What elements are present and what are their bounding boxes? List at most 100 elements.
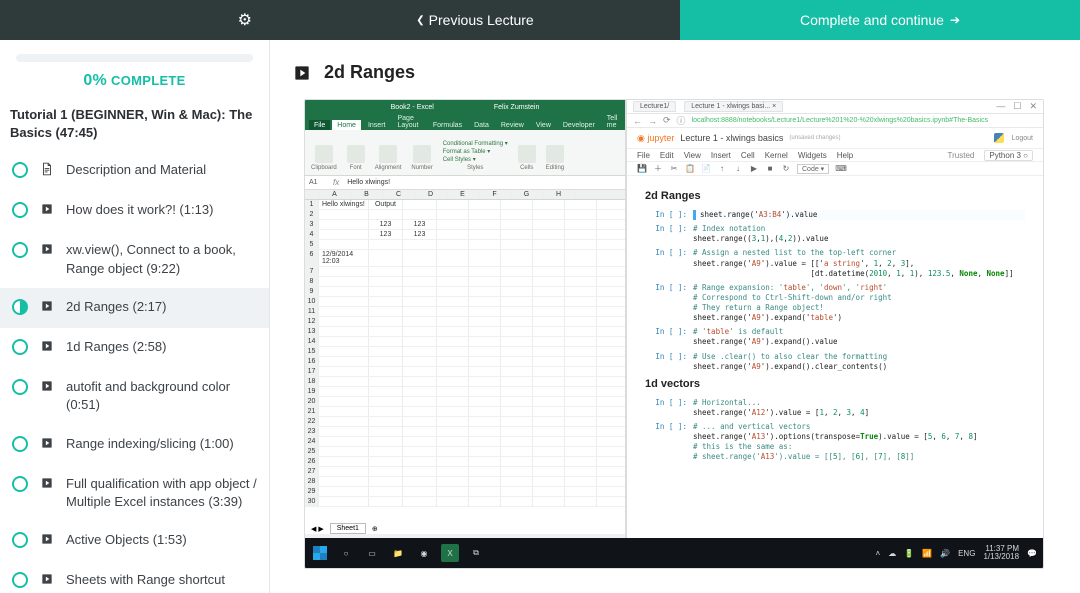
- excel-tab-review: Review: [496, 120, 529, 130]
- sidebar-item-label: 2d Ranges (2:17): [66, 298, 257, 316]
- progress-circle-icon: [12, 202, 28, 218]
- sidebar-item-label: Active Objects (1:53): [66, 531, 257, 549]
- excel-icon: X: [441, 544, 459, 562]
- progress-label: COMPLETE: [111, 73, 186, 88]
- video-screenshot[interactable]: Book2 - Excel Felix Zumstein FileHomeIns…: [304, 99, 1044, 569]
- sidebar-item-3[interactable]: 2d Ranges (2:17): [0, 288, 269, 328]
- excel-grid: ABCDEFGH 1Hello xlwings!Output2312312341…: [305, 190, 625, 507]
- cell-code: # 'table' is default sheet.range('A9').e…: [693, 327, 1025, 347]
- jupyter-menu-kernel: Kernel: [765, 151, 788, 160]
- taskview-icon: ▭: [363, 544, 381, 562]
- excel-titlebar: Book2 - Excel Felix Zumstein: [305, 100, 625, 114]
- sidebar-item-label: Range indexing/slicing (1:00): [66, 435, 257, 453]
- jupyter-menu-cell: Cell: [741, 151, 755, 160]
- fx-icon: fx: [333, 178, 339, 187]
- play-icon: [40, 476, 54, 495]
- cell-prompt: In [ ]:: [645, 248, 687, 278]
- logout-link: Logout: [1012, 135, 1033, 142]
- cell-code: # Range expansion: 'table', 'down', 'rig…: [693, 283, 1025, 324]
- cell-prompt: In [ ]:: [645, 327, 687, 347]
- notebook-title: Lecture 1 - xlwings basics: [680, 133, 783, 143]
- excel-tab-data: Data: [469, 120, 494, 130]
- autosave-status: (unsaved changes): [789, 135, 840, 141]
- excel-ribbon: Clipboard Font Alignment Number Conditio…: [305, 130, 625, 176]
- notebook-cell: In [ ]:# Assign a nested list to the top…: [645, 248, 1025, 278]
- sidebar-item-2[interactable]: xw.view(), Connect to a book, Range obje…: [0, 231, 269, 287]
- play-icon: [40, 339, 54, 358]
- cortana-icon: ○: [337, 544, 355, 562]
- course-title: Tutorial 1 (BEGINNER, Win & Mac): The Ba…: [0, 98, 269, 151]
- cell-code: # Index notation sheet.range((3,1),(4,2)…: [693, 224, 1025, 244]
- sidebar-item-8[interactable]: Active Objects (1:53): [0, 521, 269, 561]
- progress-circle-icon: [12, 379, 28, 395]
- progress-circle-icon: [12, 242, 28, 258]
- excel-title: Book2 - Excel: [391, 104, 434, 111]
- back-icon: ←: [633, 116, 642, 126]
- browser-address-bar: ← → ⟳ ⓘ localhost:8888/notebooks/Lecture…: [627, 114, 1043, 128]
- sidebar-item-7[interactable]: Full qualification with app object / Mul…: [0, 465, 269, 521]
- jtool-btn: ✂: [669, 164, 679, 173]
- sidebar-item-6[interactable]: Range indexing/slicing (1:00): [0, 425, 269, 465]
- sidebar-item-5[interactable]: autofit and background color (0:51): [0, 368, 269, 424]
- jtool-btn: ⌨: [835, 164, 845, 173]
- progress-circle-icon: [12, 299, 28, 315]
- progress-circle-icon: [12, 436, 28, 452]
- progress-bar: [16, 54, 253, 62]
- sidebar-item-9[interactable]: Sheets with Range shortcut (sheet[...]) …: [0, 561, 269, 593]
- trusted-label: Trusted: [948, 151, 975, 160]
- excel-sheet-tabs: ◀ ▶ Sheet1 ⊕: [311, 523, 378, 534]
- cell-code: # Horizontal... sheet.range('A12').value…: [693, 398, 1025, 418]
- explorer-icon: 📁: [389, 544, 407, 562]
- sidebar-item-label: Description and Material: [66, 161, 257, 179]
- kernel-indicator: Python 3 ○: [984, 150, 1033, 161]
- vscode-icon: ⧉: [467, 544, 485, 562]
- forward-icon: →: [648, 116, 657, 126]
- sidebar-item-1[interactable]: How does it work?! (1:13): [0, 191, 269, 231]
- sidebar-item-label: Full qualification with app object / Mul…: [66, 475, 257, 511]
- url-text: localhost:8888/notebooks/Lecture1/Lectur…: [692, 117, 989, 124]
- browser-window: Lecture1/ Lecture 1 - xlwings basi... × …: [625, 100, 1043, 540]
- info-icon: ⓘ: [677, 114, 686, 127]
- jupyter-logo: ◉ jupyter: [637, 133, 674, 144]
- window-min-icon: —: [996, 101, 1005, 112]
- progress-text: 0% COMPLETE: [16, 72, 253, 90]
- excel-tab-tell-me: Tell me: [602, 113, 625, 130]
- jtool-btn: 📄: [701, 164, 711, 173]
- tray-battery-icon: 🔋: [904, 549, 914, 558]
- cell-prompt: In [ ]:: [645, 352, 687, 372]
- excel-tab-page-layout: Page Layout: [392, 113, 425, 130]
- previous-lecture-label: Previous Lecture: [429, 12, 534, 28]
- play-icon: [40, 379, 54, 398]
- jupyter-header: ◉ jupyter Lecture 1 - xlwings basics (un…: [627, 128, 1043, 148]
- previous-lecture-button[interactable]: Previous Lecture: [270, 0, 680, 40]
- jupyter-menu-help: Help: [837, 151, 853, 160]
- progress-circle-icon: [12, 162, 28, 178]
- window-max-icon: ☐: [1013, 101, 1021, 112]
- start-icon: [311, 544, 329, 562]
- browser-tab-1: Lecture1/: [633, 101, 676, 112]
- tray-cloud-icon: ☁: [888, 549, 896, 558]
- cell-prompt: In [ ]:: [645, 283, 687, 324]
- play-icon: [40, 242, 54, 261]
- lecture-title: 2d Ranges: [324, 62, 415, 83]
- main-content: 2d Ranges Book2 - Excel Felix Zumstein F…: [270, 40, 1080, 593]
- excel-window: Book2 - Excel Felix Zumstein FileHomeIns…: [305, 100, 625, 540]
- browser-tabstrip: Lecture1/ Lecture 1 - xlwings basi... × …: [627, 100, 1043, 114]
- notebook-cell: In [ ]:# Horizontal... sheet.range('A12'…: [645, 398, 1025, 418]
- python-icon: [994, 133, 1004, 143]
- tray-up-icon: ˄: [876, 549, 881, 558]
- excel-user: Felix Zumstein: [494, 104, 540, 111]
- notebook-heading-2: 1d vectors: [645, 378, 1025, 390]
- sidebar: 0% COMPLETE Tutorial 1 (BEGINNER, Win & …: [0, 40, 270, 593]
- progress-section: 0% COMPLETE: [0, 40, 269, 98]
- gear-icon[interactable]: ⚙: [238, 10, 252, 30]
- excel-sheet-tab: Sheet1: [330, 523, 366, 534]
- jupyter-menu-insert: Insert: [711, 151, 731, 160]
- sidebar-item-4[interactable]: 1d Ranges (2:58): [0, 328, 269, 368]
- sidebar-item-label: Sheets with Range shortcut (sheet[...]) …: [66, 571, 257, 593]
- sidebar-item-0[interactable]: Description and Material: [0, 151, 269, 191]
- windows-taskbar: ○ ▭ 📁 ◉ X ⧉ ˄ ☁ 🔋 📶 🔊 ENG 11:37 PM 1/13/…: [305, 538, 1043, 568]
- cell-code: # ... and vertical vectors sheet.range('…: [693, 422, 1025, 463]
- complete-continue-button[interactable]: Complete and continue: [680, 0, 1080, 40]
- excel-tab-formulas: Formulas: [428, 120, 467, 130]
